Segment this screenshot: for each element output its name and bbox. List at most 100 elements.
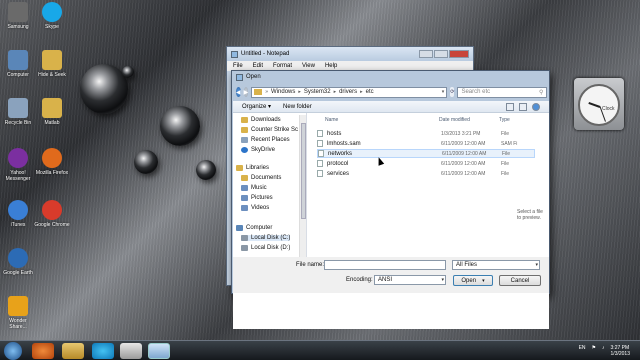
breadcrumb-system32[interactable]: System32 bbox=[304, 89, 331, 95]
file-list: Name Date modified Type hosts 1/3/2013 3:… bbox=[311, 113, 535, 273]
file-icon bbox=[317, 170, 323, 177]
chevron-right-icon: » bbox=[265, 89, 269, 95]
nav-item-libraries[interactable]: Libraries bbox=[236, 165, 269, 171]
desktop-icon-hide-seek[interactable]: Hide & Seek bbox=[34, 50, 70, 78]
cancel-button[interactable]: Cancel bbox=[499, 275, 541, 286]
nav-item-pictures[interactable]: Pictures bbox=[241, 195, 273, 201]
nav-item-recent-places[interactable]: Recent Places bbox=[241, 137, 290, 143]
nav-item-local-disk-d[interactable]: Local Disk (D:) bbox=[241, 245, 290, 251]
clock-gadget[interactable]: Clock bbox=[574, 78, 624, 130]
file-row[interactable]: protocol 6/11/2009 12:00 AM File bbox=[317, 159, 535, 168]
minimize-button[interactable] bbox=[419, 50, 433, 58]
music-icon bbox=[241, 185, 248, 191]
column-header-type[interactable]: Type bbox=[499, 117, 510, 123]
desktop-icon-matlab[interactable]: Matlab bbox=[34, 98, 70, 126]
breadcrumb-drivers[interactable]: drivers bbox=[339, 89, 357, 95]
view-options-icon[interactable] bbox=[506, 102, 514, 111]
preview-message: Select a file to preview. bbox=[517, 209, 543, 221]
tray-volume-icon[interactable]: ♪ bbox=[602, 345, 605, 357]
start-button[interactable] bbox=[4, 342, 22, 360]
file-name-input[interactable] bbox=[324, 260, 446, 270]
scrollbar-thumb[interactable] bbox=[301, 123, 306, 219]
encoding-select[interactable]: ANSI ▾ bbox=[374, 275, 446, 285]
navigation-scrollbar[interactable] bbox=[299, 115, 306, 265]
menu-help[interactable]: Help bbox=[325, 63, 337, 69]
column-header-date[interactable]: Date modified bbox=[439, 117, 470, 123]
notepad-titlebar[interactable]: Untitled - Notepad bbox=[227, 47, 473, 61]
menu-edit[interactable]: Edit bbox=[253, 63, 263, 69]
chevron-down-icon[interactable]: ▾ bbox=[482, 278, 485, 284]
file-row[interactable]: hosts 1/3/2013 3:21 PM File bbox=[317, 129, 535, 138]
address-bar[interactable]: » Windows ▸ System32 ▸ drivers ▸ etc ▾ bbox=[251, 86, 448, 98]
desktop-icon-computer[interactable]: Computer bbox=[0, 50, 36, 78]
open-button[interactable]: Open ▾ bbox=[453, 275, 493, 286]
taskbar-skype[interactable] bbox=[92, 343, 114, 359]
taskbar-firefox[interactable] bbox=[32, 343, 54, 359]
wallpaper-drop bbox=[134, 150, 158, 174]
system-tray: EN ⚑ ♪ 3:27 PM 1/3/2013 bbox=[579, 345, 630, 357]
new-folder-button[interactable]: New folder bbox=[283, 104, 312, 110]
organize-button[interactable]: Organize ▾ bbox=[242, 103, 271, 110]
drive-icon bbox=[241, 235, 248, 241]
chevron-right-icon[interactable]: ▸ bbox=[298, 89, 301, 95]
desktop-icon-recycle-bin[interactable]: Recycle Bin bbox=[0, 98, 36, 126]
tray-clock[interactable]: 3:27 PM 1/3/2013 bbox=[611, 345, 630, 357]
desktop-icon-yahoo-messenger[interactable]: Yahoo! Messenger bbox=[0, 148, 36, 182]
taskbar-notepad[interactable] bbox=[148, 343, 170, 359]
nav-item-music[interactable]: Music bbox=[241, 185, 267, 191]
chevron-right-icon[interactable]: ▸ bbox=[334, 89, 337, 95]
notepad-icon bbox=[236, 73, 243, 81]
chevron-right-icon[interactable]: ▸ bbox=[360, 89, 363, 95]
file-row[interactable]: lmhosts.sam 6/11/2009 12:00 AM SAM Fi bbox=[317, 139, 535, 148]
close-button[interactable] bbox=[449, 50, 469, 58]
breadcrumb-windows[interactable]: Windows bbox=[271, 89, 295, 95]
back-button[interactable]: ◀ bbox=[236, 87, 241, 97]
menu-view[interactable]: View bbox=[302, 63, 315, 69]
tray-flag-icon[interactable]: ⚑ bbox=[592, 345, 596, 357]
search-input[interactable]: Search etc ⚲ bbox=[457, 86, 548, 98]
notepad-icon bbox=[231, 50, 238, 58]
forward-button[interactable]: ▶ bbox=[243, 87, 249, 97]
desktop-icon-firefox[interactable]: Mozilla Firefox bbox=[34, 148, 70, 176]
refresh-button[interactable]: ⟳ bbox=[450, 87, 455, 97]
dialog-body: Downloads Counter Strike Sc Recent Place… bbox=[233, 113, 549, 329]
menu-file[interactable]: File bbox=[233, 63, 243, 69]
encoding-value: ANSI bbox=[378, 277, 393, 283]
nav-item-downloads[interactable]: Downloads bbox=[241, 117, 281, 123]
preview-pane-icon[interactable] bbox=[519, 102, 527, 111]
nav-item-local-disk-c[interactable]: Local Disk (C:) bbox=[241, 235, 291, 241]
nav-item-videos[interactable]: Videos bbox=[241, 205, 269, 211]
desktop-icon-chrome[interactable]: Google Chrome bbox=[34, 200, 70, 228]
taskbar-explorer[interactable] bbox=[62, 343, 84, 359]
clock-hour-hand bbox=[588, 101, 601, 108]
menu-format[interactable]: Format bbox=[273, 63, 292, 69]
maximize-button[interactable] bbox=[434, 50, 448, 58]
nav-item-skydrive[interactable]: SkyDrive bbox=[241, 147, 275, 153]
open-dialog[interactable]: Open ◀ ▶ » Windows ▸ System32 ▸ drivers … bbox=[231, 70, 550, 329]
column-header-name[interactable]: Name bbox=[325, 117, 338, 123]
nav-item-counter-strike[interactable]: Counter Strike Sc bbox=[241, 127, 298, 133]
file-type-select[interactable]: All Files ▾ bbox=[452, 260, 540, 270]
nav-item-documents[interactable]: Documents bbox=[241, 175, 281, 181]
taskbar-app[interactable] bbox=[120, 343, 142, 359]
desktop-icon-google-earth[interactable]: Google Earth bbox=[0, 248, 36, 276]
desktop-icon-samsung[interactable]: Samsung bbox=[0, 2, 36, 30]
wondershare-icon bbox=[8, 296, 28, 316]
help-icon[interactable] bbox=[532, 102, 540, 111]
nav-item-computer[interactable]: Computer bbox=[236, 225, 272, 231]
file-row[interactable]: services 6/11/2009 12:00 AM File bbox=[317, 169, 535, 178]
desktop-icon-wondershare[interactable]: Wonder Share... bbox=[0, 296, 36, 330]
desktop-icon-itunes[interactable]: iTunes bbox=[0, 200, 36, 228]
language-indicator[interactable]: EN bbox=[579, 345, 586, 357]
preview-pane: Select a file to preview. bbox=[517, 113, 549, 273]
chevron-down-icon[interactable]: ▾ bbox=[442, 89, 445, 95]
dialog-titlebar[interactable]: Open bbox=[232, 71, 549, 83]
encoding-label: Encoding: bbox=[346, 277, 373, 283]
file-row[interactable]: networks 6/11/2009 12:00 AM File bbox=[317, 149, 535, 158]
navigation-pane: Downloads Counter Strike Sc Recent Place… bbox=[233, 113, 307, 273]
dialog-footer: File name: All Files ▾ Encoding: ANSI ▾ Op… bbox=[233, 257, 549, 293]
desktop-icon-skype[interactable]: Skype bbox=[34, 2, 70, 30]
file-icon bbox=[317, 140, 323, 147]
samsung-icon bbox=[8, 2, 28, 22]
breadcrumb-etc[interactable]: etc bbox=[366, 89, 374, 95]
